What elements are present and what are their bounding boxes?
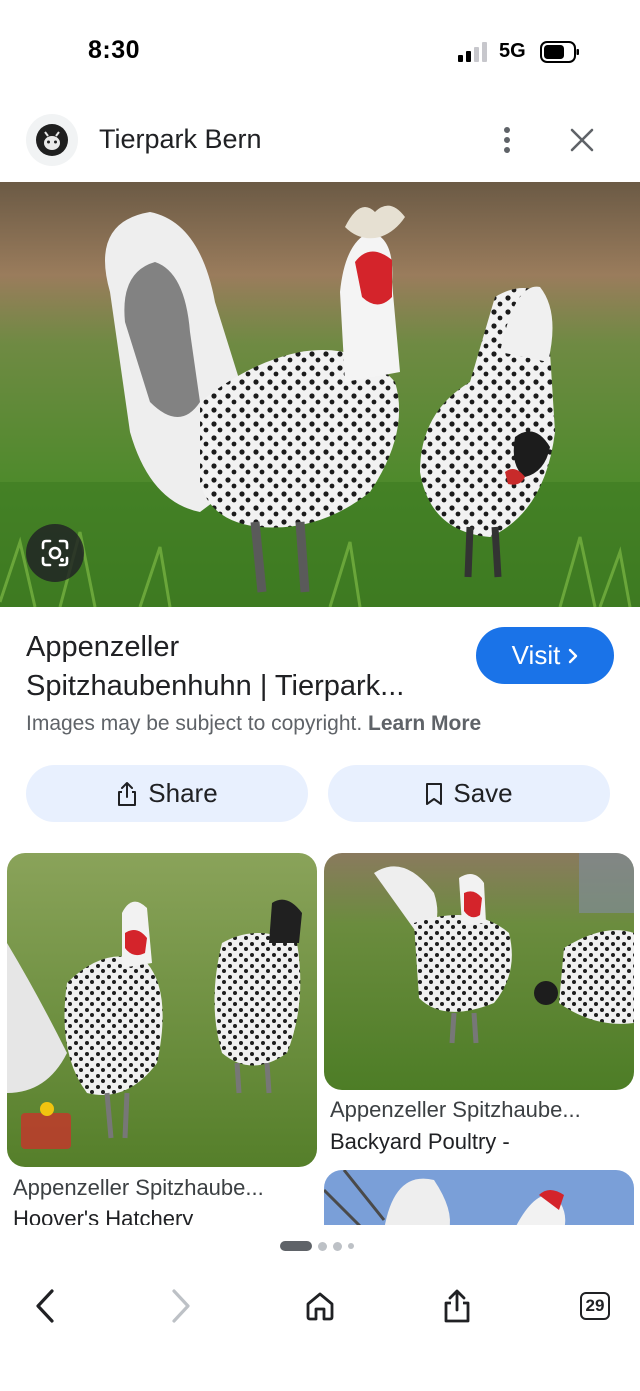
more-vert-icon[interactable]: [490, 122, 524, 158]
copyright-notice: Images may be subject to copyright. Lear…: [26, 712, 481, 736]
back-icon[interactable]: [17, 1278, 73, 1334]
learn-more-link[interactable]: Learn More: [368, 712, 481, 735]
tabs-icon[interactable]: 29: [567, 1278, 623, 1334]
result-title-line-2: Spitzhaubenhuhn | Tierpark...: [26, 670, 405, 702]
page-dot-active: [280, 1241, 312, 1251]
result-title[interactable]: Appenzeller Spitzhaubenhuhn | Tierpark..…: [26, 628, 466, 706]
status-bar: 8:30 5G: [0, 0, 640, 104]
network-label: 5G: [499, 40, 526, 62]
visit-label: Visit: [511, 640, 561, 670]
signal-icon: [458, 42, 487, 62]
visit-button[interactable]: Visit: [476, 627, 614, 684]
bottom-toolbar: 29: [0, 1270, 640, 1340]
copyright-text: Images may be subject to copyright.: [26, 712, 363, 735]
result-title-line-1: Appenzeller: [26, 631, 180, 663]
chevron-right-icon: [569, 648, 578, 663]
related-title-2[interactable]: Appenzeller Spitzhaube...: [330, 1097, 630, 1123]
related-image-3[interactable]: [324, 1170, 634, 1230]
page-indicator: [280, 1240, 354, 1252]
home-icon[interactable]: [292, 1278, 348, 1334]
related-image-1[interactable]: [7, 853, 317, 1167]
share-icon: [118, 781, 137, 806]
page-dot: [333, 1241, 342, 1251]
share-label: Share: [148, 778, 218, 808]
save-button[interactable]: Save: [328, 765, 610, 822]
share-button[interactable]: Share: [26, 765, 308, 822]
site-title: Tierpark Bern: [99, 124, 262, 154]
site-header: Tierpark Bern: [0, 108, 640, 172]
tab-count: 29: [580, 1292, 610, 1320]
close-icon[interactable]: [562, 122, 602, 158]
google-lens-icon[interactable]: [26, 524, 84, 582]
forward-icon[interactable]: [153, 1278, 209, 1334]
site-logo-icon[interactable]: [26, 114, 78, 166]
page-dot: [318, 1241, 327, 1251]
page-dot: [348, 1243, 354, 1249]
related-image-2[interactable]: [324, 853, 634, 1090]
save-label: Save: [453, 778, 513, 808]
bookmark-icon: [426, 782, 443, 805]
related-source-2: Backyard Poultry -: [330, 1129, 510, 1154]
share-icon[interactable]: [429, 1278, 485, 1334]
related-title-1[interactable]: Appenzeller Spitzhaube...: [13, 1175, 313, 1201]
main-image[interactable]: [0, 182, 640, 607]
battery-icon: [540, 41, 579, 63]
status-time: 8:30: [88, 36, 141, 64]
